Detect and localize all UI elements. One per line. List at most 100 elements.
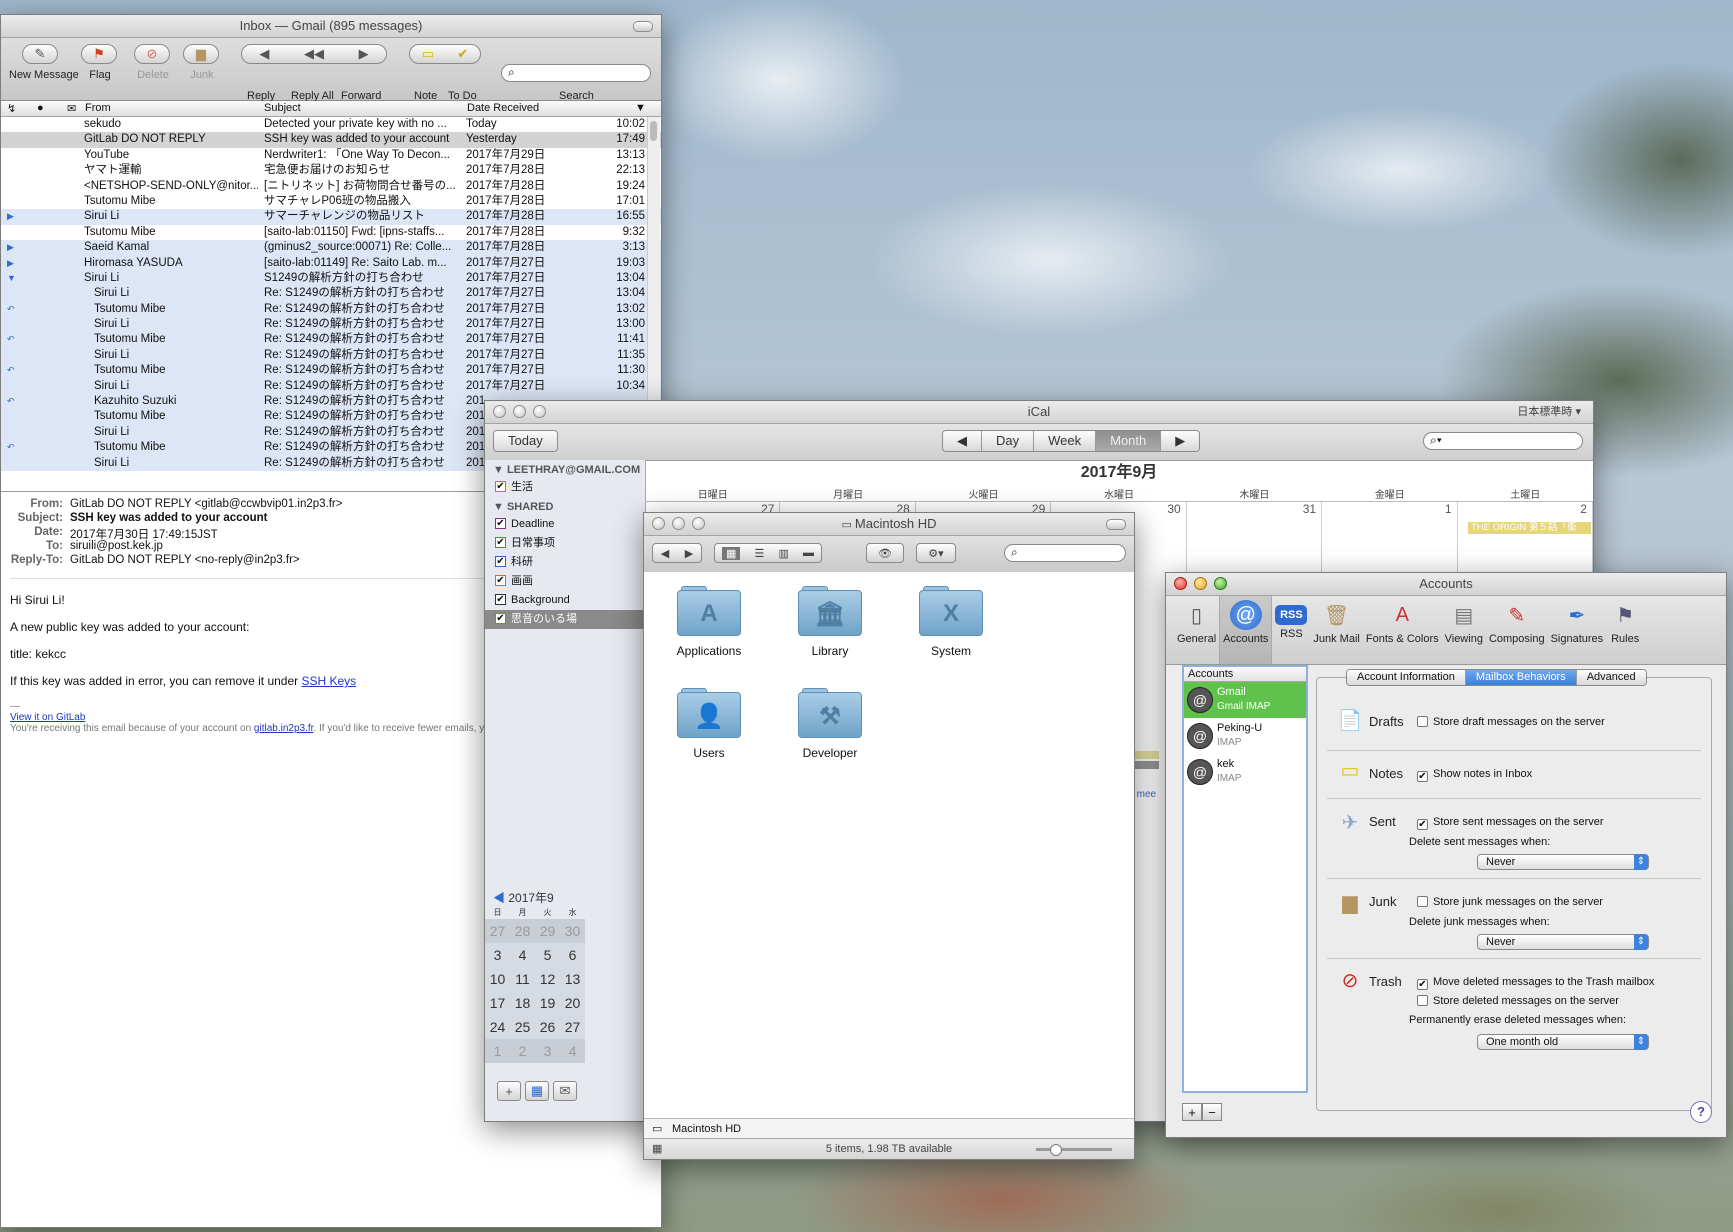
table-row[interactable]: ▶ Saeid Kamal (gminus2_source:00071) Re: C… [1, 240, 661, 256]
account-item[interactable]: @ Peking-U IMAP [1184, 718, 1306, 754]
ssh-keys-link[interactable]: SSH Keys [302, 674, 357, 688]
prefs-tab-fonts-colors[interactable]: A Fonts & Colors [1363, 596, 1442, 664]
column-view-icon[interactable]: ▥ [778, 547, 788, 560]
table-row[interactable]: Tsutomu Mibe サマチャレP06班の物品搬入 2017年7月28日 17:0… [1, 194, 661, 209]
mini-day[interactable]: 29 [535, 919, 560, 943]
ical-search-input[interactable]: ⌕▾ [1423, 432, 1583, 450]
help-button[interactable]: ? [1690, 1101, 1712, 1123]
prefs-tab-composing[interactable]: ✎ Composing [1486, 596, 1548, 664]
next-icon[interactable]: ▶ [1161, 431, 1200, 451]
prev-month-icon[interactable]: ◀ [493, 891, 508, 905]
zoom-button[interactable] [1214, 577, 1227, 590]
prefs-tab-general[interactable]: ▯ General [1174, 596, 1219, 664]
table-row[interactable]: ▼ Sirui Li S1249の解析方針の打ち合わせ 2017年7月27日 13:04 [1, 270, 661, 287]
day-cell[interactable]: 2 [1458, 502, 1593, 582]
minimize-button[interactable] [1194, 577, 1207, 590]
today-button[interactable]: Today [493, 430, 558, 452]
mini-day[interactable]: 27 [560, 1015, 585, 1039]
table-row[interactable]: ↶ Tsutomu Mibe Re: S1249の解析方針の打ち合わせ 2017年7月… [1, 301, 661, 318]
minimize-button[interactable] [672, 517, 685, 530]
thread-column-icon[interactable]: ↯ [7, 102, 16, 115]
table-row[interactable]: Sirui Li Re: S1249の解析方針の打ち合わせ 2017年7月27日 11… [1, 347, 661, 364]
tab-advanced[interactable]: Advanced [1576, 670, 1646, 685]
week-view-button[interactable]: Week [1034, 431, 1097, 451]
mini-day[interactable]: 26 [535, 1015, 560, 1039]
tab-mailbox-behaviors[interactable]: Mailbox Behaviors [1465, 670, 1577, 685]
store-sent-checkbox[interactable]: ✔ Store sent messages on the server [1417, 816, 1604, 830]
table-row[interactable]: ▶ Hiromasa YASUDA [saito-lab:01149] Re: Sa… [1, 255, 661, 271]
mini-day[interactable]: 6 [560, 943, 585, 967]
add-account-button[interactable]: + [1182, 1103, 1202, 1121]
delete-sent-popup[interactable]: Never [1477, 854, 1649, 870]
close-button[interactable] [493, 405, 506, 418]
prefs-tab-accounts[interactable]: @ Accounts [1219, 596, 1273, 664]
calendar-item[interactable]: ✔ 画画 [485, 572, 645, 591]
table-row[interactable]: ↶ Tsutomu Mibe Re: S1249の解析方針の打ち合わせ 2017年7月… [1, 363, 661, 379]
minimize-button[interactable] [513, 405, 526, 418]
mini-day[interactable]: 28 [510, 919, 535, 943]
table-row[interactable]: ヤマト運輸 宅急便お届けのお知らせ 2017年7月28日 22:13 [1, 163, 661, 178]
account-item[interactable]: @ Gmail Gmail IMAP [1184, 682, 1306, 718]
folder-system[interactable]: X System [896, 586, 1006, 658]
prefs-titlebar[interactable]: Accounts [1166, 573, 1726, 596]
icon-size-slider[interactable] [1036, 1139, 1112, 1159]
calendar-group-header[interactable]: ▼ LEETHRAY@GMAIL.COM [485, 460, 645, 478]
mini-day[interactable]: 4 [510, 943, 535, 967]
add-calendar-icon[interactable]: + [497, 1081, 521, 1101]
mini-day[interactable]: 17 [485, 991, 510, 1015]
flag-button[interactable]: ⚑ Flag [81, 44, 119, 81]
table-row[interactable]: Tsutomu Mibe [saito-lab:01150] Fwd: [ipns… [1, 225, 661, 240]
table-row[interactable]: GitLab DO NOT REPLY SSH key was added to … [1, 132, 661, 148]
store-junk-checkbox[interactable]: Store junk messages on the server [1417, 896, 1603, 908]
junk-button[interactable]: ▆ Junk [183, 44, 221, 81]
prefs-tab-signatures[interactable]: ✒ Signatures [1548, 596, 1607, 664]
tab-account-information[interactable]: Account Information [1347, 670, 1466, 685]
finder-search-input[interactable]: ⌕ [1004, 544, 1126, 562]
table-row[interactable]: YouTube Nerdwriter1: 「One Way To Decon...… [1, 148, 661, 163]
mini-day[interactable]: 12 [535, 967, 560, 991]
mini-day[interactable]: 13 [560, 967, 585, 991]
from-column-header[interactable]: From [85, 102, 111, 114]
calendar-item[interactable]: ✔ Deadline [485, 515, 645, 534]
calendar-checkbox[interactable]: ✔ [495, 518, 506, 529]
timezone-menu[interactable]: 日本標準時 ▾ [1517, 401, 1581, 423]
day-cell[interactable]: 1 [1322, 502, 1458, 582]
day-cell[interactable]: 31 [1187, 502, 1323, 582]
prefs-tab-rules[interactable]: ⚑ Rules [1606, 596, 1644, 664]
mini-day[interactable]: 11 [510, 967, 535, 991]
table-row[interactable]: Sirui Li Re: S1249の解析方針の打ち合わせ 2017年7月27日 10… [1, 378, 661, 395]
calendar-item[interactable]: ✔ Background [485, 591, 645, 610]
prev-icon[interactable]: ◀ [943, 431, 982, 451]
icon-view-icon[interactable]: ▦ [722, 546, 741, 560]
mini-day[interactable]: 3 [485, 943, 510, 967]
month-view-button[interactable]: Month [1096, 431, 1162, 451]
quick-look-icon[interactable]: 👁 [866, 543, 904, 563]
mail-titlebar[interactable]: Inbox — Gmail (895 messages) [1, 15, 661, 38]
mini-day[interactable]: 24 [485, 1015, 510, 1039]
mini-day[interactable]: 10 [485, 967, 510, 991]
show-notes-checkbox[interactable]: ✔ Show notes in Inbox [1417, 768, 1532, 782]
prefs-tab-rss[interactable]: RSS RSS [1272, 596, 1310, 664]
close-button[interactable] [1174, 577, 1187, 590]
calendar-event[interactable]: THE ORIGIN 第５話「衝 [1468, 522, 1591, 534]
calendar-item[interactable]: ✔ 科研 [485, 553, 645, 572]
view-on-gitlab-link[interactable]: View it on GitLab [10, 712, 85, 723]
close-button[interactable] [652, 517, 665, 530]
mini-day[interactable]: 19 [535, 991, 560, 1015]
calendar-checkbox[interactable]: ✔ [495, 575, 506, 586]
table-row[interactable]: Sirui Li Re: S1249の解析方針の打ち合わせ 2017年7月27日 13… [1, 317, 661, 333]
unread-column-icon[interactable]: ● [37, 102, 44, 114]
folder-users[interactable]: 👤 Users [654, 688, 764, 760]
account-item[interactable]: @ kek IMAP [1184, 754, 1306, 790]
delete-junk-popup[interactable]: Never [1477, 934, 1649, 950]
path-item[interactable]: Macintosh HD [672, 1123, 741, 1135]
move-to-trash-checkbox[interactable]: ✔ Move deleted messages to the Trash mail… [1417, 976, 1654, 990]
mini-day[interactable]: 30 [560, 919, 585, 943]
table-row[interactable]: ↶ Tsutomu Mibe Re: S1249の解析方針の打ち合わせ 2017年7月… [1, 332, 661, 348]
table-row[interactable]: ▶ Sirui Li サマーチャレンジの物品リスト 2017年7月28日 16:55 [1, 209, 661, 225]
store-deleted-checkbox[interactable]: Store deleted messages on the server [1417, 995, 1619, 1007]
folder-developer[interactable]: ⚒ Developer [775, 688, 885, 760]
mini-day[interactable]: 20 [560, 991, 585, 1015]
table-row[interactable]: Sirui Li Re: S1249の解析方針の打ち合わせ 2017年7月27日 13… [1, 286, 661, 302]
new-message-button[interactable]: ✎ New Message [9, 44, 79, 81]
